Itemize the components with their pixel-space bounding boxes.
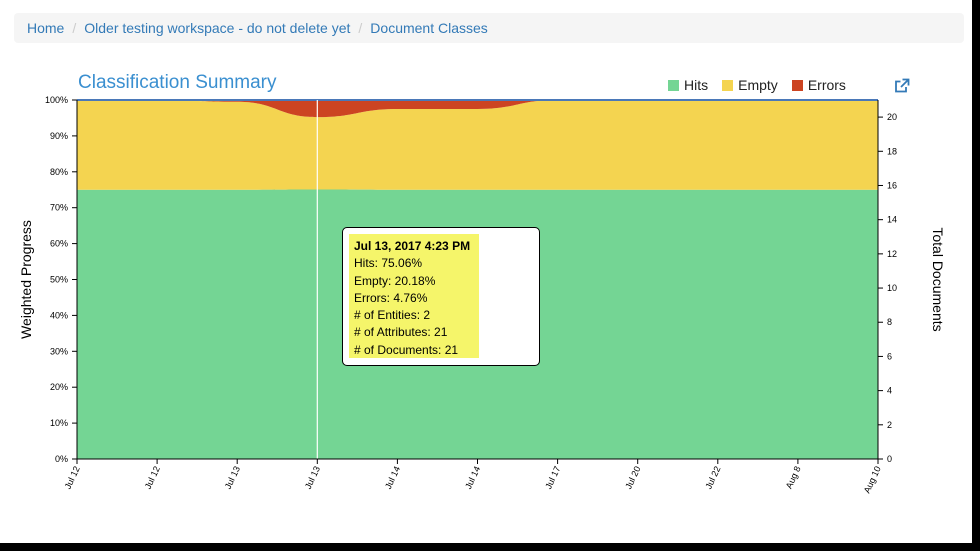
- y-right-tick-label: 16: [887, 180, 897, 190]
- x-tick-label: Jul 12: [143, 465, 162, 491]
- x-tick-label: Aug 10: [862, 465, 883, 495]
- tooltip-title: Jul 13, 2017 4:23 PM: [354, 239, 471, 253]
- y-left-tick-label: 60%: [50, 239, 68, 249]
- x-tick-label: Jul 17: [543, 465, 562, 491]
- tooltip-line-errors: Errors: 4.76%: [354, 290, 428, 305]
- y-left-tick-label: 40%: [50, 310, 68, 320]
- y-left-tick-label: 0%: [55, 454, 68, 464]
- y-left-tick-label: 10%: [50, 418, 68, 428]
- y-left-tick-label: 30%: [50, 346, 68, 356]
- x-tick-label: Jul 20: [623, 465, 642, 491]
- tooltip-line-attributes: # of Attributes: 21: [354, 325, 448, 340]
- y-right-tick-label: 4: [887, 386, 892, 396]
- y-right-tick-label: 6: [887, 351, 892, 361]
- tooltip-line-documents: # of Documents: 21: [354, 342, 459, 357]
- y-left-tick-label: 20%: [50, 382, 68, 392]
- y-right-tick-label: 8: [887, 317, 892, 327]
- tooltip-line-hits: Hits: 75.06%: [354, 256, 423, 271]
- tooltip-content: Jul 13, 2017 4:23 PM Hits: 75.06% Empty:…: [349, 234, 479, 358]
- x-tick-label: Jul 13: [223, 465, 242, 491]
- x-tick-label: Jul 14: [463, 465, 482, 491]
- y-left-tick-label: 70%: [50, 203, 68, 213]
- y-right-tick-label: 20: [887, 112, 897, 122]
- chart-tooltip: Jul 13, 2017 4:23 PM Hits: 75.06% Empty:…: [342, 227, 540, 366]
- y-left-tick-label: 100%: [45, 95, 68, 105]
- window-frame: Home / Older testing workspace - do not …: [0, 0, 980, 551]
- x-tick-label: Jul 22: [703, 465, 722, 491]
- y-right-axis-label: Total Documents: [930, 227, 946, 331]
- y-right-tick-label: 0: [887, 454, 892, 464]
- y-right-tick-label: 14: [887, 215, 897, 225]
- x-tick-label: Jul 12: [63, 465, 82, 491]
- y-right-tick-label: 18: [887, 146, 897, 156]
- tooltip-line-empty: Empty: 20.18%: [354, 273, 436, 288]
- x-tick-label: Jul 13: [303, 465, 322, 491]
- y-left-tick-label: 50%: [50, 275, 68, 285]
- y-right-tick-label: 10: [887, 283, 897, 293]
- y-left-tick-label: 80%: [50, 167, 68, 177]
- y-left-tick-label: 90%: [50, 131, 68, 141]
- y-right-tick-label: 2: [887, 420, 892, 430]
- x-tick-label: Jul 14: [383, 465, 402, 491]
- x-tick-label: Aug 8: [784, 465, 803, 491]
- area-series-empty: [77, 100, 878, 190]
- y-left-axis-label: Weighted Progress: [18, 220, 34, 339]
- y-right-tick-label: 12: [887, 249, 897, 259]
- tooltip-line-entities: # of Entities: 2: [354, 308, 431, 323]
